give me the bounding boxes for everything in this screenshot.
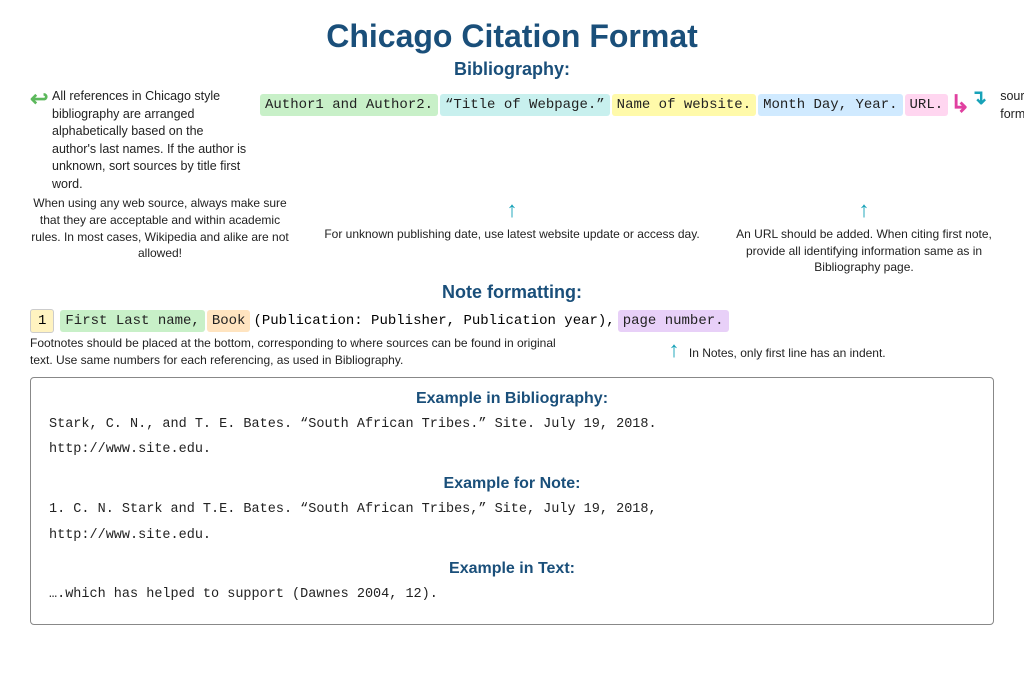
bib-below-right: ↑ An URL should be added. When citing fi… xyxy=(734,195,994,276)
example-bib-title: Example in Bibliography: xyxy=(49,390,975,408)
bib-right-note: ↴ sources should be formed alphabeticall… xyxy=(970,86,1024,123)
example-note-line1: 1. C. N. Stark and T.E. Bates. “South Af… xyxy=(49,499,975,521)
note-ann-left-text: Footnotes should be placed at the bottom… xyxy=(30,336,556,367)
note-number: 1 xyxy=(30,309,54,333)
note-book: Book xyxy=(207,310,251,332)
note-ann-right-text: In Notes, only first line has an indent. xyxy=(689,346,886,360)
example-note-title: Example for Note: xyxy=(49,475,975,493)
bib-below-mid: ↑ For unknown publishing date, use lates… xyxy=(290,195,734,276)
bib-right-note-text: sources should be formed alphabetically xyxy=(1000,88,1024,123)
arrow-up-mid-icon: ↑ xyxy=(290,195,734,226)
pink-arrow-icon: ↳ xyxy=(950,90,970,120)
bib-below-right-text: An URL should be added. When citing firs… xyxy=(736,227,992,275)
note-section: Note formatting: 1 First Last name, Book… xyxy=(30,282,994,369)
example-bib-line1: Stark, C. N., and T. E. Bates. “South Af… xyxy=(49,414,975,436)
examples-box: Example in Bibliography: Stark, C. N., a… xyxy=(30,377,994,625)
example-note-line2: http://www.site.edu. xyxy=(49,525,975,547)
bib-below-left-text: When using any web source, always make s… xyxy=(31,196,288,260)
example-bib-line2: http://www.site.edu. xyxy=(49,439,975,461)
example-text-title: Example in Text: xyxy=(49,560,975,578)
page-title: Chicago Citation Format xyxy=(30,18,994,55)
note-publication: (Publication: Publisher, Publication yea… xyxy=(252,310,615,332)
bib-annotation-row: ↩ All references in Chicago style biblio… xyxy=(30,86,994,193)
green-arrow-icon: ↩ xyxy=(30,84,48,115)
bibliography-label: Bibliography: xyxy=(30,59,994,80)
note-label: Note formatting: xyxy=(30,282,994,303)
note-annotations-row: Footnotes should be placed at the bottom… xyxy=(30,335,994,369)
cite-author: Author1 and Author2. xyxy=(260,94,438,116)
note-ann-right: ↑ In Notes, only first line has an inden… xyxy=(560,335,994,369)
bib-left-note-text: All references in Chicago style bibliogr… xyxy=(52,88,250,193)
cyan-arrow-right-icon: ↴ xyxy=(970,84,987,112)
bib-left-note: ↩ All references in Chicago style biblio… xyxy=(30,86,260,193)
note-citation-line: 1 First Last name, Book (Publication: Pu… xyxy=(30,309,994,333)
example-text-line1: ….which has helped to support (Dawnes 20… xyxy=(49,584,975,606)
bibliography-citation-line: Author1 and Author2. “Title of Webpage.”… xyxy=(260,90,970,120)
page: Chicago Citation Format Bibliography: ↩ … xyxy=(0,0,1024,645)
cite-date: Month Day, Year. xyxy=(758,94,902,116)
note-page: page number. xyxy=(618,310,729,332)
cite-url: URL. xyxy=(905,94,949,116)
cite-website: Name of website. xyxy=(612,94,756,116)
bib-below-mid-text: For unknown publishing date, use latest … xyxy=(324,227,699,241)
bib-below-left: When using any web source, always make s… xyxy=(30,195,290,276)
bibliography-section: Bibliography: ↩ All references in Chicag… xyxy=(30,59,994,276)
arrow-up-right-icon: ↑ xyxy=(734,195,994,226)
bib-below-row: When using any web source, always make s… xyxy=(30,195,994,276)
cite-title: “Title of Webpage.” xyxy=(440,94,610,116)
note-author: First Last name, xyxy=(60,310,204,332)
arrow-up-note-icon: ↑ xyxy=(669,337,680,362)
note-ann-left: Footnotes should be placed at the bottom… xyxy=(30,335,560,369)
